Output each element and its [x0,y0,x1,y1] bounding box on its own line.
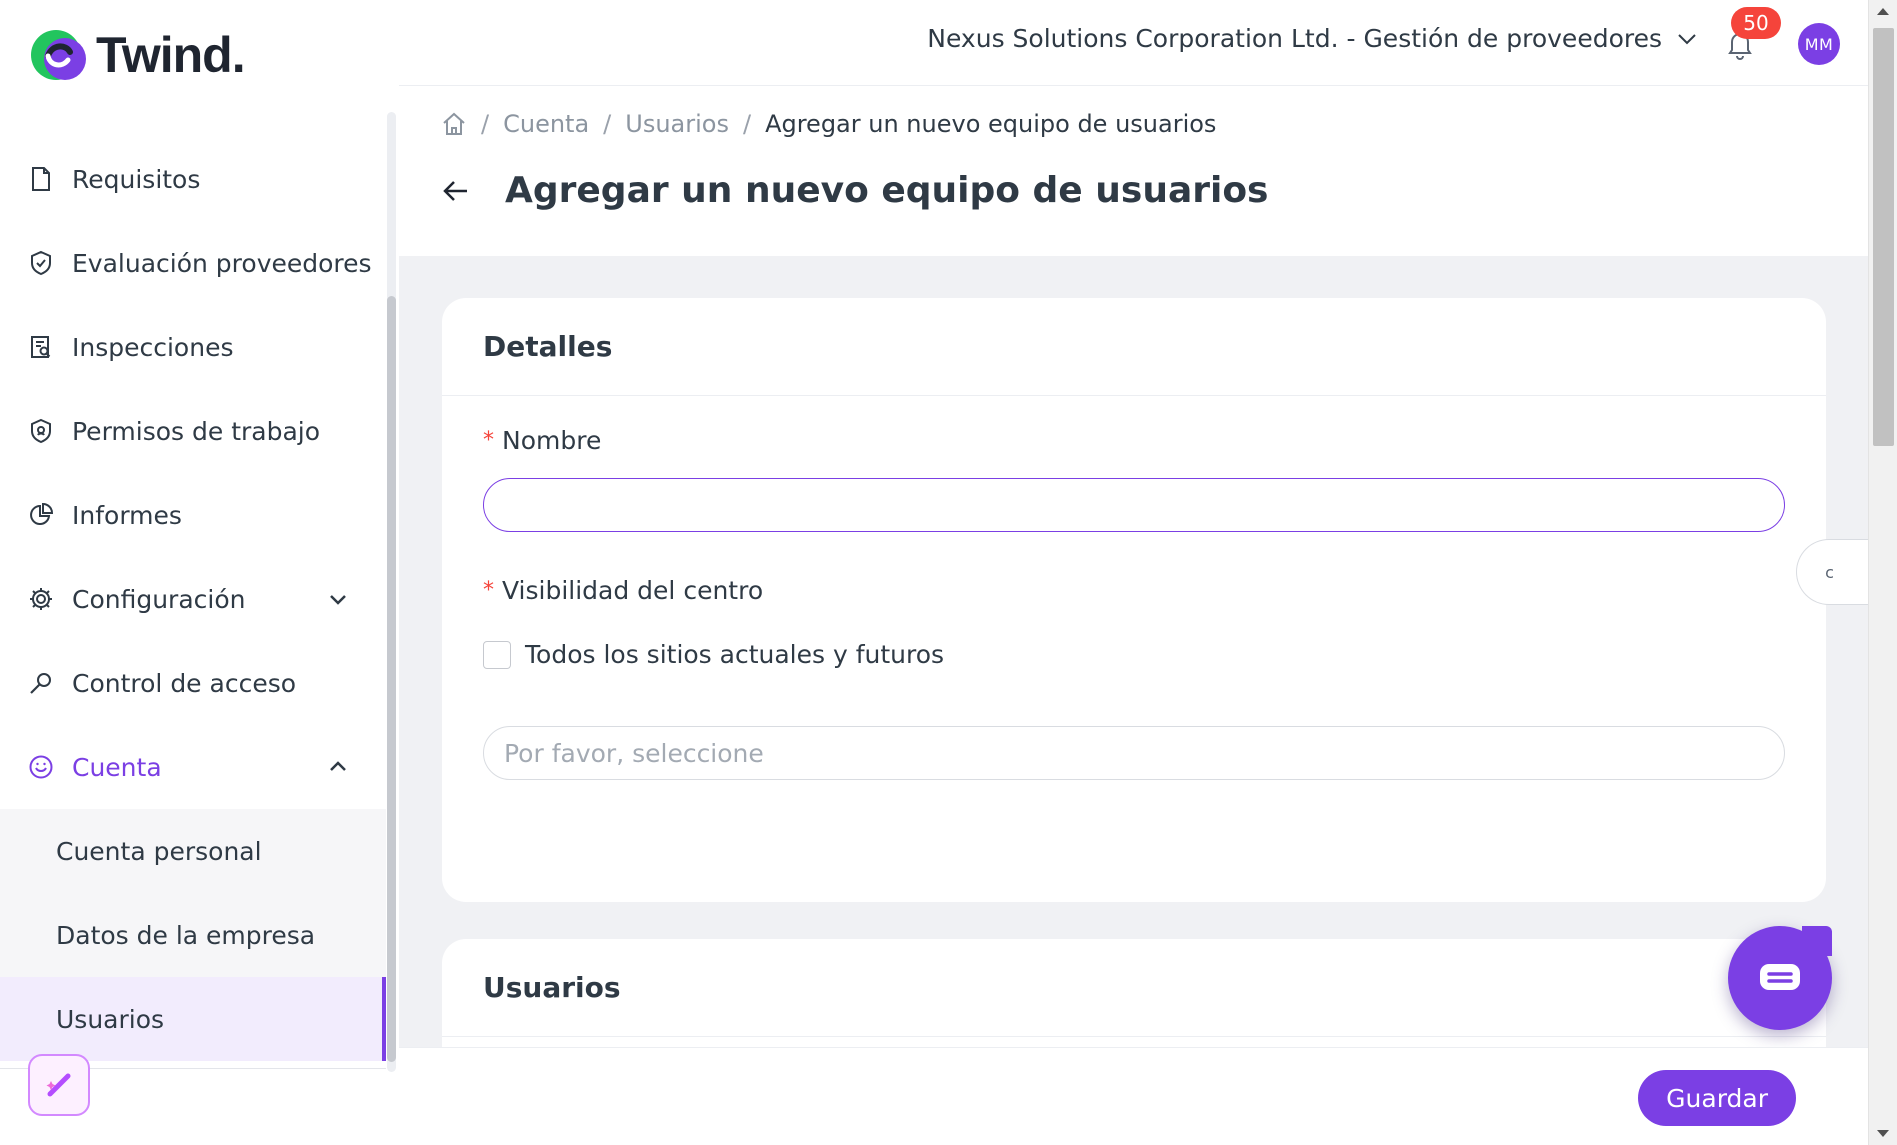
footer-bar: Guardar [399,1047,1868,1145]
top-bar: Nexus Solutions Corporation Ltd. - Gesti… [399,0,1868,86]
save-button[interactable]: Guardar [1638,1070,1796,1126]
sidebar-item-label: Informes [72,500,182,530]
sidebar-nav: Requisitos Evaluación proveedores Inspec… [0,137,386,1061]
sidebar-item-cuenta[interactable]: Cuenta [0,725,386,809]
breadcrumb-current: Agregar un nuevo equipo de usuarios [765,110,1217,138]
sidebar-item-label: Configuración [72,584,246,614]
all-sites-checkbox[interactable] [483,640,511,669]
sidebar-item-label: Cuenta [72,752,162,782]
breadcrumb-item-usuarios[interactable]: Usuarios [625,110,729,138]
scroll-up-arrow-icon[interactable] [1877,8,1889,15]
sidebar-scrollbar-thumb[interactable] [387,296,396,1062]
sidebar-item-label: Evaluación proveedores [72,248,372,278]
avatar[interactable]: MM [1798,23,1840,65]
breadcrumb-separator: / [742,110,752,138]
visibility-field-label: * Visibilidad del centro [483,576,763,605]
sidebar-item-label: Permisos de trabajo [72,416,321,446]
shield-check-icon [28,250,54,276]
all-sites-checkbox-label[interactable]: Todos los sitios actuales y futuros [525,640,944,669]
magic-wand-icon [46,1073,71,1097]
name-input[interactable] [483,478,1785,532]
page-header: / Cuenta / Usuarios / Agregar un nuevo e… [399,86,1868,256]
required-mark: * [483,578,494,603]
sidebar-subitem-usuarios[interactable]: Usuarios [0,977,386,1061]
visibility-label-text: Visibilidad del centro [502,576,764,605]
sidebar-item-permisos-de-trabajo[interactable]: Permisos de trabajo [0,389,386,473]
back-arrow-icon[interactable] [441,176,471,206]
page-scrollbar-thumb[interactable] [1873,28,1894,446]
users-card-title: Usuarios [442,939,1826,1037]
required-mark: * [483,428,494,453]
sidebar-item-informes[interactable]: Informes [0,473,386,557]
clipboard-search-icon [28,334,54,360]
shield-badge-icon [28,418,54,444]
twind-logo[interactable]: Twind. [28,26,246,84]
scroll-down-arrow-icon[interactable] [1877,1130,1889,1137]
title-row: Agregar un nuevo equipo de usuarios [441,170,1269,211]
sidebar-item-label: Requisitos [72,164,201,194]
name-field-label: * Nombre [483,426,601,455]
chat-icon [1760,964,1800,990]
sidebar-subitem-label: Cuenta personal [56,836,262,866]
twind-logo-icon [31,30,86,80]
breadcrumb: / Cuenta / Usuarios / Agregar un nuevo e… [441,110,1216,138]
breadcrumb-item-cuenta[interactable]: Cuenta [503,110,589,138]
home-icon[interactable] [441,111,467,137]
chat-button[interactable] [1728,926,1832,1030]
page-scrollbar[interactable] [1868,0,1897,1145]
logo-text: Twind. [96,27,246,83]
breadcrumb-separator: / [481,110,490,138]
sidebar-subitem-cuenta-personal[interactable]: Cuenta personal [0,809,386,893]
page-title: Agregar un nuevo equipo de usuarios [505,170,1269,211]
assistant-button[interactable] [28,1054,90,1116]
side-collapse-tab[interactable]: c [1796,539,1872,605]
sidebar-item-requisitos[interactable]: Requisitos [0,137,386,221]
organization-selector[interactable]: Nexus Solutions Corporation Ltd. - Gesti… [927,24,1698,53]
document-icon [28,166,54,192]
site-select[interactable]: Por favor, seleccione [483,726,1785,780]
details-card: Detalles * Nombre * Visibilidad del cent… [442,298,1826,902]
organization-name: Nexus Solutions Corporation Ltd. - Gesti… [927,24,1662,53]
sidebar-item-evaluacion-proveedores[interactable]: Evaluación proveedores [0,221,386,305]
sidebar-item-configuracion[interactable]: Configuración [0,557,386,641]
sidebar-item-inspecciones[interactable]: Inspecciones [0,305,386,389]
sidebar-item-control-de-acceso[interactable]: Control de acceso [0,641,386,725]
chevron-up-icon[interactable] [326,755,350,779]
gear-icon [28,586,54,612]
details-card-title: Detalles [442,298,1826,396]
sidebar-scrollbar[interactable] [387,112,396,1072]
site-select-placeholder: Por favor, seleccione [504,738,764,768]
sidebar-subitem-label: Usuarios [56,1004,165,1034]
breadcrumb-separator: / [603,110,612,138]
sidebar-item-label: Control de acceso [72,668,297,698]
sidebar-subitem-datos-empresa[interactable]: Datos de la empresa [0,893,386,977]
key-icon [28,670,54,696]
sidebar: Twind. Requisitos Evaluación proveedores… [0,0,399,1145]
name-label-text: Nombre [502,426,602,455]
notification-badge: 50 [1731,7,1781,39]
sidebar-item-label: Inspecciones [72,332,234,362]
pie-chart-icon [28,502,54,528]
all-sites-option: Todos los sitios actuales y futuros [483,640,944,669]
chevron-down-icon [1678,33,1696,44]
chevron-down-icon[interactable] [326,587,350,611]
sidebar-subitem-label: Datos de la empresa [56,920,316,950]
smile-icon [28,754,54,780]
